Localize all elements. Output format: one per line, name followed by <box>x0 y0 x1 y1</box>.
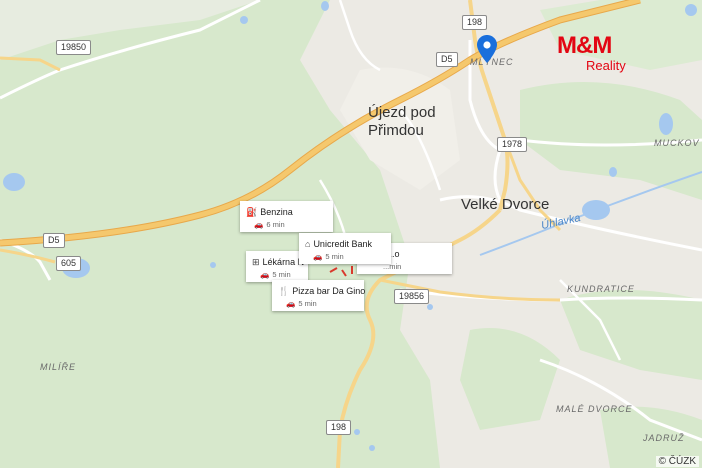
place-label-line: Újezd pod <box>368 104 436 121</box>
poi-name-row: ⌂ Unicredit Bank <box>305 239 372 249</box>
car-icon: 🚗 <box>254 220 264 229</box>
road-shield-19856: 19856 <box>394 289 430 304</box>
location-pin-icon[interactable] <box>477 35 497 63</box>
car-icon: 🚗 <box>313 252 323 261</box>
poi-name: Pizza bar Da Gino <box>292 286 366 296</box>
brand-logo-sub: Reality <box>586 58 626 73</box>
poi-name: Unicredit Bank <box>313 239 372 249</box>
pond <box>427 304 433 310</box>
road-19850 <box>0 56 61 72</box>
lake <box>659 113 673 135</box>
poi-time-row: 🚗 6 min <box>254 220 285 229</box>
poi-time: 5 min <box>325 252 344 261</box>
brand-logo-mark: M&M <box>557 32 612 59</box>
pond <box>609 167 617 177</box>
pond <box>354 429 360 435</box>
road-shield-198: 198 <box>326 420 352 435</box>
restaurant-icon: 🍴 <box>278 286 290 296</box>
poi-time: 5 min <box>272 270 291 279</box>
place-label-male-dvorce: MALÉ DVORCE <box>556 404 633 414</box>
map-canvas[interactable]: 198 19850 D5 1978 D5 605 19856 198 Újezd… <box>0 0 702 468</box>
road-shield-1978: 1978 <box>497 137 528 152</box>
poi-card-benzina[interactable]: ⛽ Benzina 🚗 6 min <box>240 201 333 232</box>
poi-name-row: ⛽ Benzina <box>246 207 293 218</box>
place-label-milire: MILÍŘE <box>40 362 77 372</box>
poi-time-row: 🚗 5 min <box>286 299 317 308</box>
poi-card-pizza[interactable]: 🍴 Pizza bar Da Gino 🚗 5 min <box>272 280 365 311</box>
road-shield-19850: 19850 <box>56 40 92 55</box>
poi-time: 5 min <box>298 299 317 308</box>
place-label-line: Přimdou <box>368 122 424 139</box>
pond <box>321 1 329 11</box>
road-shield-d5: D5 <box>436 52 458 67</box>
road-shield-d5: D5 <box>43 233 65 248</box>
fuel-station-icon: ⛽ <box>246 207 258 217</box>
place-label-jadruz: JADRUŽ <box>643 433 685 443</box>
place-label-velke-dvorce: Velké Dvorce <box>461 196 550 213</box>
road-shield-198: 198 <box>462 15 488 30</box>
pond <box>210 262 216 268</box>
poi-time: 6 min <box>266 220 285 229</box>
place-label-kundratice: KUNDRATICE <box>567 284 635 294</box>
pond <box>240 16 248 24</box>
pharmacy-icon: ⊞ <box>252 257 260 267</box>
road-shield-605: 605 <box>56 256 82 271</box>
place-label-muckov: MUCKOV <box>654 138 700 148</box>
map-attribution: © ČÚZK <box>655 456 699 467</box>
car-icon: 🚗 <box>286 299 296 308</box>
poi-card-unicredit[interactable]: ⌂ Unicredit Bank 🚗 5 min <box>299 233 391 264</box>
bank-icon: ⌂ <box>305 239 311 249</box>
place-label-ujezd: Újezd pod Přimdou <box>368 104 436 140</box>
poi-name-row: ⊞ Lékárna N <box>252 257 304 268</box>
car-icon: 🚗 <box>260 270 270 279</box>
brand-logo: M&M Reality <box>557 33 635 73</box>
route-arrows <box>329 266 353 277</box>
clearing-area <box>0 0 260 60</box>
poi-name-row: 🍴 Pizza bar Da Gino <box>278 286 365 297</box>
pond <box>369 445 375 451</box>
poi-time-row: 🚗 5 min <box>313 252 344 261</box>
poi-name: Lékárna N <box>262 257 305 267</box>
poi-time-row: 🚗 5 min <box>260 270 291 279</box>
lake <box>3 173 25 191</box>
poi-name: Benzina <box>260 207 293 217</box>
pond <box>685 4 697 16</box>
